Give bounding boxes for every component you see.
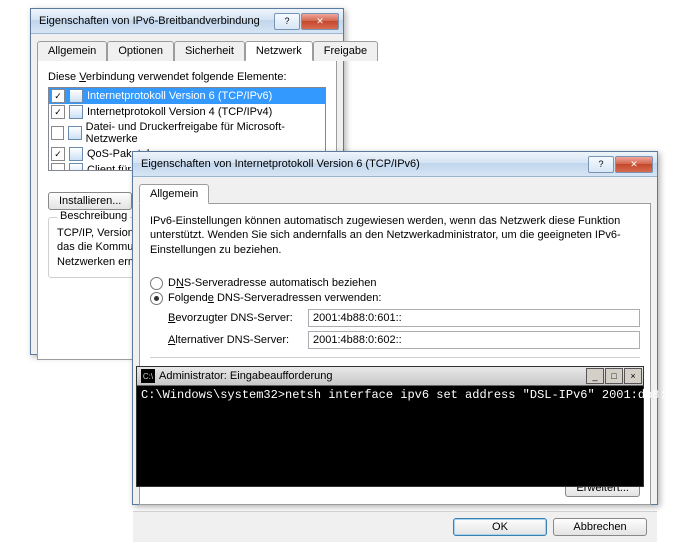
titlebar[interactable]: Eigenschaften von Internetprotokoll Vers… — [133, 152, 657, 177]
radio-dns-auto[interactable] — [150, 277, 163, 290]
radio-dns-auto-label: DNS-Serveradresse automatisch beziehen — [168, 277, 377, 289]
dns1-row: Bevorzugter DNS-Server: 2001:4b88:0:601:… — [168, 309, 640, 327]
list-item-label: Datei- und Druckerfreigabe für Microsoft… — [86, 121, 323, 145]
intro-text: IPv6-Einstellungen können automatisch zu… — [150, 214, 640, 257]
dns2-input[interactable]: 2001:4b88:0:602:: — [308, 331, 640, 349]
list-item[interactable]: ✓ Internetprotokoll Version 6 (TCP/IPv6) — [49, 88, 325, 104]
radio-dns-manual-label: Folgende DNS-Serveradressen verwenden: — [168, 292, 381, 304]
help-button[interactable]: ? — [588, 156, 614, 173]
tabstrip: Allgemein — [133, 177, 657, 203]
tab-optionen[interactable]: Optionen — [107, 41, 174, 61]
cmd-body[interactable]: C:\Windows\system32>netsh interface ipv6… — [137, 386, 643, 486]
close-button[interactable]: × — [624, 368, 642, 384]
checkbox[interactable]: ✓ — [51, 89, 65, 103]
close-button[interactable]: ✕ — [615, 156, 653, 173]
close-button[interactable]: ✕ — [301, 13, 339, 30]
window-controls: ? ✕ — [588, 156, 653, 173]
tab-allgemein[interactable]: Allgemein — [37, 41, 107, 61]
dns2-label: Alternativer DNS-Server: — [168, 334, 308, 346]
window-title: Eigenschaften von Internetprotokoll Vers… — [137, 158, 588, 170]
tab-sicherheit[interactable]: Sicherheit — [174, 41, 245, 61]
protocol-icon — [69, 89, 83, 103]
list-item-label: Internetprotokoll Version 4 (TCP/IPv4) — [87, 106, 272, 118]
checkbox[interactable] — [51, 126, 64, 140]
titlebar[interactable]: Eigenschaften von IPv6-Breitbandverbindu… — [31, 9, 343, 34]
tab-netzwerk[interactable]: Netzwerk — [245, 41, 313, 61]
radio-dns-manual-row[interactable]: Folgende DNS-Serveradressen verwenden: — [150, 292, 640, 305]
tab-allgemein[interactable]: Allgemein — [139, 184, 209, 204]
tabstrip: Allgemein Optionen Sicherheit Netzwerk F… — [31, 34, 343, 60]
minimize-button[interactable]: _ — [586, 368, 604, 384]
checkbox[interactable]: ✓ — [51, 147, 65, 161]
help-button[interactable]: ? — [274, 13, 300, 30]
list-item[interactable]: Datei- und Druckerfreigabe für Microsoft… — [49, 120, 325, 146]
install-button[interactable]: Installieren... — [48, 192, 132, 210]
dns2-row: Alternativer DNS-Server: 2001:4b88:0:602… — [168, 331, 640, 349]
dns1-label: Bevorzugter DNS-Server: — [168, 312, 308, 324]
checkbox[interactable] — [51, 163, 65, 171]
ok-button[interactable]: OK — [453, 518, 547, 536]
cmd-window: C:\ Administrator: Eingabeaufforderung _… — [136, 366, 644, 487]
service-icon — [68, 126, 81, 140]
description-legend: Beschreibung — [57, 210, 130, 222]
list-item-label: Internetprotokoll Version 6 (TCP/IPv6) — [87, 90, 272, 102]
list-item[interactable]: ✓ Internetprotokoll Version 4 (TCP/IPv4) — [49, 104, 325, 120]
dns1-input[interactable]: 2001:4b88:0:601:: — [308, 309, 640, 327]
maximize-button[interactable]: □ — [605, 368, 623, 384]
connection-uses-label: Diese Verbindung verwendet folgende Elem… — [48, 71, 326, 83]
dialog-buttons: OK Abbrechen — [133, 511, 657, 542]
service-icon — [69, 147, 83, 161]
cancel-button[interactable]: Abbrechen — [553, 518, 647, 536]
cmd-title-text: Administrator: Eingabeaufforderung — [159, 370, 332, 382]
window-controls: ? ✕ — [274, 13, 339, 30]
checkbox[interactable]: ✓ — [51, 105, 65, 119]
window-title: Eigenschaften von IPv6-Breitbandverbindu… — [35, 15, 274, 27]
cmd-titlebar[interactable]: C:\ Administrator: Eingabeaufforderung _… — [137, 367, 643, 386]
radio-dns-manual[interactable] — [150, 292, 163, 305]
radio-dns-auto-row[interactable]: DNS-Serveradresse automatisch beziehen — [150, 277, 640, 290]
protocol-icon — [69, 105, 83, 119]
cmd-icon: C:\ — [141, 369, 155, 383]
client-icon — [69, 163, 83, 171]
tab-freigabe[interactable]: Freigabe — [313, 41, 378, 61]
